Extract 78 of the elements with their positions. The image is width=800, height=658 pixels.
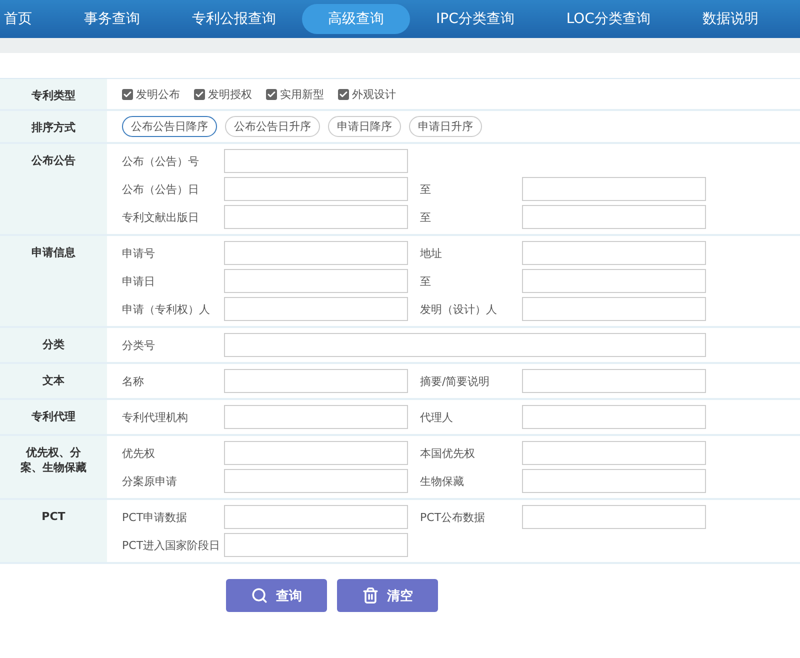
check-icon bbox=[195, 90, 204, 98]
section-label: 公布公告 bbox=[0, 144, 107, 234]
field-label: 优先权 bbox=[122, 446, 156, 460]
nav-tab[interactable]: 高级查询 bbox=[302, 4, 410, 34]
section-label: 排序方式 bbox=[0, 111, 107, 142]
section-label: 分类 bbox=[0, 328, 107, 362]
nav-tab[interactable]: 数据说明 bbox=[702, 4, 758, 34]
field-label: PCT公布数据 bbox=[420, 510, 486, 524]
section-label: 优先权、分案、生物保藏 bbox=[0, 436, 107, 498]
nav-tab[interactable]: 专利公报查询 bbox=[192, 4, 276, 34]
input-field[interactable] bbox=[522, 177, 706, 201]
field-label: PCT申请数据 bbox=[122, 510, 188, 524]
check-icon bbox=[339, 90, 348, 98]
field-label: 专利文献出版日 bbox=[122, 210, 200, 224]
field-label: 生物保藏 bbox=[420, 474, 465, 488]
input-field[interactable] bbox=[224, 505, 408, 529]
input-field[interactable] bbox=[224, 333, 706, 357]
input-field[interactable] bbox=[522, 441, 706, 465]
input-field[interactable] bbox=[224, 405, 408, 429]
field-label: 分案原申请 bbox=[122, 474, 178, 488]
input-field[interactable] bbox=[522, 205, 706, 229]
input-field[interactable] bbox=[224, 149, 408, 173]
section-label: 专利代理 bbox=[0, 400, 107, 434]
field-label: 公布（公告）号 bbox=[122, 154, 200, 168]
check-icon bbox=[123, 90, 132, 98]
input-field[interactable] bbox=[224, 369, 408, 393]
input-field[interactable] bbox=[522, 405, 706, 429]
input-field[interactable] bbox=[224, 269, 408, 293]
input-field[interactable] bbox=[522, 269, 706, 293]
input-field[interactable] bbox=[522, 241, 706, 265]
section-label: 文本 bbox=[0, 364, 107, 398]
nav-tab[interactable]: 首页 bbox=[4, 4, 32, 34]
input-field[interactable] bbox=[224, 469, 408, 493]
field-label: 代理人 bbox=[420, 410, 454, 424]
search-icon bbox=[251, 587, 268, 604]
trash-icon bbox=[362, 587, 379, 604]
check-icon bbox=[267, 90, 276, 98]
section-label: PCT bbox=[0, 500, 107, 562]
input-field[interactable] bbox=[224, 177, 408, 201]
sort-option[interactable]: 公布公告日降序 bbox=[122, 116, 217, 137]
field-label: 名称 bbox=[122, 374, 145, 388]
field-label: 至 bbox=[420, 274, 432, 288]
checkbox[interactable]: 发明公布 bbox=[122, 86, 180, 102]
field-label: 本国优先权 bbox=[420, 446, 476, 460]
input-field[interactable] bbox=[224, 241, 408, 265]
checkbox[interactable]: 外观设计 bbox=[338, 86, 396, 102]
input-field[interactable] bbox=[522, 297, 706, 321]
checkbox[interactable]: 发明授权 bbox=[194, 86, 252, 102]
field-label: 地址 bbox=[420, 246, 443, 260]
search-button[interactable]: 查询 bbox=[226, 579, 327, 612]
sort-option[interactable]: 公布公告日升序 bbox=[225, 116, 320, 137]
field-label: PCT进入国家阶段日 bbox=[122, 538, 222, 552]
input-field[interactable] bbox=[522, 369, 706, 393]
field-label: 发明（设计）人 bbox=[420, 302, 498, 316]
field-label: 专利代理机构 bbox=[122, 410, 189, 424]
field-label: 至 bbox=[420, 210, 432, 224]
input-field[interactable] bbox=[224, 205, 408, 229]
nav-tab[interactable]: LOC分类查询 bbox=[566, 4, 650, 34]
checkbox[interactable]: 实用新型 bbox=[266, 86, 324, 102]
field-label: 申请号 bbox=[122, 246, 156, 260]
clear-button[interactable]: 清空 bbox=[337, 579, 438, 612]
input-field[interactable] bbox=[522, 505, 706, 529]
section-label: 申请信息 bbox=[0, 236, 107, 326]
sort-option[interactable]: 申请日升序 bbox=[409, 116, 482, 137]
input-field[interactable] bbox=[522, 469, 706, 493]
field-label: 分类号 bbox=[122, 338, 156, 352]
sort-option[interactable]: 申请日降序 bbox=[328, 116, 401, 137]
input-field[interactable] bbox=[224, 533, 408, 557]
field-label: 摘要/简要说明 bbox=[420, 374, 491, 388]
field-label: 申请（专利权）人 bbox=[122, 302, 211, 316]
field-label: 至 bbox=[420, 182, 432, 196]
input-field[interactable] bbox=[224, 297, 408, 321]
section-label: 专利类型 bbox=[0, 79, 107, 109]
nav-tab[interactable]: 事务查询 bbox=[84, 4, 140, 34]
input-field[interactable] bbox=[224, 441, 408, 465]
nav-tab[interactable]: IPC分类查询 bbox=[436, 4, 514, 34]
field-label: 申请日 bbox=[122, 274, 156, 288]
field-label: 公布（公告）日 bbox=[122, 182, 200, 196]
